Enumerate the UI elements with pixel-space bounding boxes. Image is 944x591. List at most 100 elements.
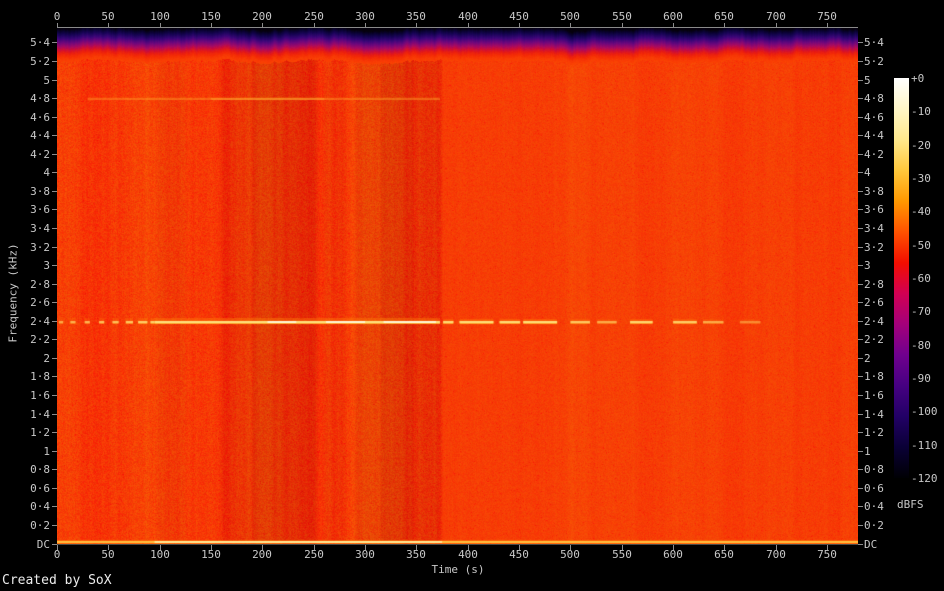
colorbar-tick-label: -100	[911, 405, 938, 418]
freq-tick-label: 4·4	[30, 129, 50, 142]
freq-tick-label: 5·2	[30, 55, 50, 68]
freq-tick	[858, 506, 863, 507]
freq-tick-label: 1·4	[864, 408, 884, 421]
freq-tick-label: DC	[864, 538, 878, 551]
spectrogram-plot	[57, 28, 858, 544]
freq-tick	[52, 395, 57, 396]
freq-tick-label: 4·2	[864, 148, 884, 161]
freq-tick-label: 4·8	[864, 92, 884, 105]
sox-credit: Created by SoX	[2, 573, 112, 588]
freq-tick-label: 2·8	[864, 278, 884, 291]
freq-tick-label: 5·4	[30, 36, 50, 49]
freq-tick	[858, 451, 863, 452]
time-tick-label: 0	[53, 10, 61, 23]
time-tick-label: 750	[817, 548, 837, 561]
freq-tick	[52, 414, 57, 415]
freq-tick-label: 1·4	[30, 408, 50, 421]
freq-tick	[858, 209, 863, 210]
freq-tick	[52, 42, 57, 43]
freq-tick	[52, 284, 57, 285]
freq-tick	[52, 135, 57, 136]
sox-spectrogram: 0 50 100 150 200 250 300 350 400 450 500 550 600 650 7…	[0, 0, 944, 591]
freq-tick-label: 0·6	[30, 482, 50, 495]
freq-tick	[858, 376, 863, 377]
freq-tick	[858, 321, 863, 322]
freq-tick-label: 1	[43, 445, 50, 458]
time-tick	[365, 23, 366, 28]
colorbar-tick-label: -90	[911, 372, 931, 385]
freq-tick-label: 0·4	[30, 500, 50, 513]
freq-tick-label: 3·8	[30, 185, 50, 198]
colorbar-tick-label: +0	[911, 72, 925, 85]
freq-tick-label: 1·2	[30, 426, 50, 439]
freq-tick-label: 0·2	[30, 519, 50, 532]
freq-tick	[52, 451, 57, 452]
freq-tick	[52, 172, 57, 173]
freq-tick-label: 2·6	[864, 296, 884, 309]
time-tick-label: 700	[766, 10, 786, 23]
freq-tick	[52, 209, 57, 210]
freq-tick	[52, 544, 57, 545]
time-tick	[108, 23, 109, 28]
freq-tick	[52, 469, 57, 470]
freq-tick-label: 4·2	[30, 148, 50, 161]
freq-tick	[858, 135, 863, 136]
freq-tick	[52, 247, 57, 248]
time-tick	[673, 23, 674, 28]
freq-tick	[52, 154, 57, 155]
freq-tick	[858, 284, 863, 285]
freq-tick-label: 0·4	[864, 500, 884, 513]
freq-tick	[52, 321, 57, 322]
time-tick-label: 100	[150, 10, 170, 23]
freq-tick	[52, 228, 57, 229]
freq-tick-label: 3·4	[30, 222, 50, 235]
time-tick-label: 300	[355, 10, 375, 23]
time-tick	[776, 23, 777, 28]
freq-tick-label: 4·4	[864, 129, 884, 142]
freq-tick	[52, 61, 57, 62]
freq-tick	[52, 117, 57, 118]
time-tick-label: 350	[406, 10, 426, 23]
freq-tick-label: 0·8	[30, 463, 50, 476]
freq-tick	[52, 339, 57, 340]
freq-tick-label: 1·6	[30, 389, 50, 402]
freq-tick	[858, 395, 863, 396]
freq-tick	[858, 42, 863, 43]
time-tick-label: 600	[663, 10, 683, 23]
freq-tick	[858, 525, 863, 526]
time-tick-label: 550	[612, 10, 632, 23]
freq-tick	[52, 525, 57, 526]
time-tick-label: 450	[509, 10, 529, 23]
freq-tick	[858, 117, 863, 118]
freq-tick	[858, 469, 863, 470]
time-tick-label: 400	[458, 10, 478, 23]
time-tick-label: 200	[252, 10, 272, 23]
freq-tick-label: 3·6	[30, 203, 50, 216]
time-tick	[622, 23, 623, 28]
time-tick-label: 50	[101, 10, 115, 23]
freq-tick-label: 1·8	[864, 370, 884, 383]
colorbar-unit: dBFS	[897, 498, 924, 511]
freq-tick	[858, 191, 863, 192]
time-tick-label: 450	[509, 548, 529, 561]
colorbar-tick-label: -30	[911, 172, 931, 185]
freq-tick-label: 3	[864, 259, 871, 272]
time-tick-label: 250	[304, 10, 324, 23]
freq-tick	[858, 80, 863, 81]
freq-tick	[858, 265, 863, 266]
time-tick-label: 50	[101, 548, 115, 561]
time-tick	[416, 23, 417, 28]
time-tick-label: 350	[406, 548, 426, 561]
freq-tick	[858, 302, 863, 303]
time-tick-label: 150	[201, 548, 221, 561]
freq-tick	[858, 228, 863, 229]
freq-tick	[52, 191, 57, 192]
freq-tick	[52, 98, 57, 99]
freq-tick-label: 3·2	[864, 241, 884, 254]
time-tick	[724, 23, 725, 28]
freq-tick-label: 0·8	[864, 463, 884, 476]
freq-tick	[858, 488, 863, 489]
freq-tick-label: 5·2	[864, 55, 884, 68]
time-tick-label: 200	[252, 548, 272, 561]
freq-tick-label: 4	[43, 166, 50, 179]
